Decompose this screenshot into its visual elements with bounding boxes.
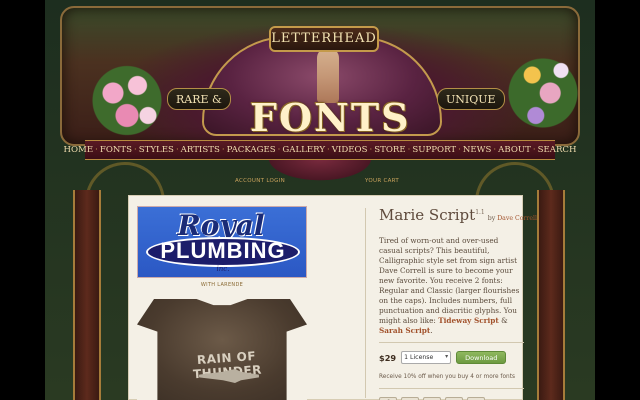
nav-support[interactable]: SUPPORT: [411, 145, 457, 155]
license-select[interactable]: 1 License ▾: [401, 351, 452, 364]
product-title-line: Marie Script1.1by Dave Correll: [379, 204, 537, 228]
right-column-ornament: [537, 190, 565, 400]
account-login-link[interactable]: ACCOUNT LOGIN: [235, 178, 285, 184]
sample-image-royal-plumbing[interactable]: Royal PLUMBING inc.: [137, 206, 307, 278]
sample-plumbing-word: PLUMBING: [160, 238, 286, 263]
nav-styles[interactable]: STYLES: [138, 145, 175, 155]
nav-search[interactable]: SEARCH: [537, 145, 578, 155]
artist-link[interactable]: Dave Correll: [497, 215, 537, 222]
header-banner: LETTERHEAD RARE & UNIQUE FONTS: [60, 6, 580, 146]
sample-inc-word: inc.: [216, 265, 230, 273]
left-margin: [0, 0, 45, 400]
sample-image-tshirt[interactable]: RAIN OF THUNDER: [137, 299, 307, 400]
by-label: by: [487, 215, 496, 222]
divider: [379, 342, 524, 343]
chevron-down-icon: ▾: [445, 353, 449, 360]
fonts-logo[interactable]: FONTS: [250, 92, 409, 144]
nav-home[interactable]: HOME: [63, 145, 95, 155]
nav-artists[interactable]: ARTISTS: [180, 145, 221, 155]
main-nav: HOME · FONTS · STYLES · ARTISTS · PACKAG…: [64, 140, 577, 160]
your-cart-link[interactable]: YOUR CART: [365, 178, 399, 184]
nav-about[interactable]: ABOUT: [497, 145, 532, 155]
license-value: 1 License: [404, 354, 434, 361]
product-title: Marie Script: [379, 206, 476, 224]
product-version: 1.1: [475, 209, 485, 216]
divider: [379, 388, 524, 389]
left-column-ornament: [73, 190, 101, 400]
page: LETTERHEAD RARE & UNIQUE FONTS HOME · FO…: [45, 0, 595, 400]
nav-videos[interactable]: VIDEOS: [331, 145, 369, 155]
nav-store[interactable]: STORE: [373, 145, 406, 155]
product-panel: Royal PLUMBING inc. WITH LARENDE RAIN OF…: [128, 195, 537, 400]
tagline-right: UNIQUE: [437, 88, 505, 110]
nav-gallery[interactable]: GALLERY: [281, 145, 326, 155]
flower-bouquet-left: [92, 63, 162, 138]
by-line: by Dave Correll: [488, 215, 537, 222]
download-button[interactable]: Download: [456, 351, 507, 364]
also-like-link-sarah[interactable]: Sarah Script: [379, 326, 430, 335]
buy-row: $29 1 License ▾ Download: [379, 351, 524, 364]
product-description: Tired of worn-out and over-used casual s…: [379, 236, 524, 336]
product-info: Marie Script1.1by Dave Correll Tired of …: [379, 204, 537, 400]
also-like-end: .: [430, 326, 433, 335]
also-like-link-tideway[interactable]: Tideway Script: [438, 316, 499, 325]
nav-fonts[interactable]: FONTS: [99, 145, 133, 155]
flower-bouquet-right: [507, 48, 579, 138]
nav-news[interactable]: NEWS: [462, 145, 493, 155]
nav-packages[interactable]: PACKAGES: [226, 145, 277, 155]
description-text: Tired of worn-out and over-used casual s…: [379, 236, 520, 325]
tagline-left: RARE &: [167, 88, 231, 110]
sample-credit: WITH LARENDE: [200, 282, 244, 288]
discount-note: Receive 10% off when you buy 4 or more f…: [379, 374, 515, 380]
right-margin: [595, 0, 640, 400]
column-divider: [365, 208, 366, 398]
also-like-and: &: [498, 316, 508, 325]
brand-title[interactable]: LETTERHEAD: [269, 26, 379, 52]
price: $29: [379, 352, 397, 363]
tshirt-shape: [137, 299, 307, 400]
